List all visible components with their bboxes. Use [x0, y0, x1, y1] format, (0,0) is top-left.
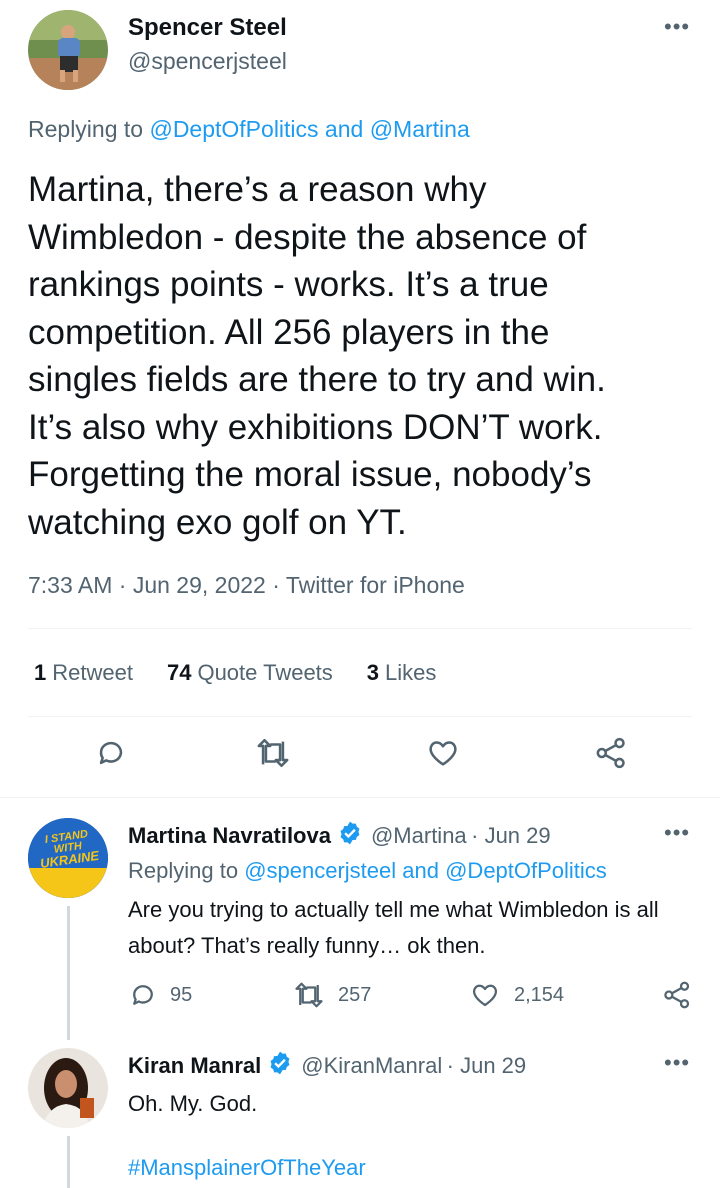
- quotes-label: Quote Tweets: [197, 660, 333, 685]
- more-options-icon[interactable]: •••: [664, 1050, 690, 1076]
- retweet-icon[interactable]: [254, 736, 292, 775]
- verified-badge-icon: [267, 1050, 293, 1081]
- author-avatar[interactable]: [28, 10, 108, 90]
- reply-count: 95: [170, 983, 193, 1006]
- section-divider: [0, 797, 720, 798]
- author-handle[interactable]: @spencerjsteel: [128, 48, 287, 75]
- reply-actions: 95 257 2,154: [128, 980, 692, 1014]
- like-count: 2,154: [514, 983, 565, 1006]
- share-icon[interactable]: [594, 736, 628, 775]
- replying-to-line: Replying to @spencerjsteel and @DeptOfPo…: [128, 858, 607, 884]
- engagement-stats: 1 Retweet 74 Quote Tweets 3 Likes: [34, 660, 436, 686]
- likes-stat[interactable]: 3 Likes: [367, 660, 437, 686]
- author-name[interactable]: Spencer Steel: [128, 14, 287, 42]
- replying-to-line: Replying to @DeptOfPolitics and @Martina: [28, 116, 470, 143]
- replying-and: and: [396, 858, 446, 883]
- replying-and: and: [318, 116, 370, 142]
- retweet-button[interactable]: 257: [292, 980, 371, 1010]
- retweets-label: Retweet: [52, 660, 133, 685]
- likes-label: Likes: [385, 660, 437, 685]
- mention-link-deptofpolitics[interactable]: @DeptOfPolitics: [149, 116, 318, 142]
- reply-text: Oh. My. God.: [128, 1091, 258, 1116]
- reply-author-name[interactable]: Martina Navratilova: [128, 823, 331, 848]
- reply-button[interactable]: 95: [128, 980, 192, 1010]
- thread-line: [67, 906, 70, 1040]
- tweet-actions: [28, 736, 692, 780]
- mention-link-martina[interactable]: @Martina: [370, 116, 470, 142]
- like-icon: [472, 984, 498, 1007]
- reply-avatar-kiran[interactable]: [28, 1048, 108, 1128]
- tweet-text: Martina, there’s a reason why Wimbledon …: [28, 170, 606, 542]
- reply-author-handle[interactable]: @Martina: [371, 823, 467, 848]
- like-icon[interactable]: [426, 736, 460, 775]
- like-button[interactable]: 2,154: [470, 980, 564, 1010]
- reply-avatar-martina[interactable]: I STAND WITH UKRAINE: [28, 818, 108, 898]
- reply-text: Are you trying to actually tell me what …: [128, 897, 659, 958]
- replying-to-prefix: Replying to: [28, 116, 150, 142]
- retweets-stat[interactable]: 1 Retweet: [34, 660, 133, 686]
- more-options-icon[interactable]: •••: [664, 820, 690, 846]
- replying-to-prefix: Replying to: [128, 858, 245, 883]
- reply-date[interactable]: · Jun 29: [447, 1053, 527, 1078]
- quote-tweets-stat[interactable]: 74 Quote Tweets: [167, 660, 333, 686]
- reply-author-handle[interactable]: @KiranManral: [301, 1053, 442, 1078]
- more-options-icon[interactable]: •••: [664, 14, 690, 40]
- divider: [28, 628, 692, 629]
- tweet-timestamp[interactable]: 7:33 AM · Jun 29, 2022 · Twitter for iPh…: [28, 572, 465, 599]
- mention-link-spencerjsteel[interactable]: @spencerjsteel: [244, 858, 396, 883]
- reply-icon[interactable]: [94, 736, 128, 775]
- retweet-count: 257: [338, 983, 372, 1006]
- mention-link-deptofpolitics[interactable]: @DeptOfPolitics: [445, 858, 607, 883]
- reply-date[interactable]: · Jun 29: [471, 823, 551, 848]
- hashtag-link[interactable]: #MansplainerOfTheYear: [128, 1150, 366, 1186]
- verified-badge-icon: [337, 820, 363, 851]
- reply-icon: [133, 985, 153, 1005]
- retweets-count: 1: [34, 660, 47, 685]
- thread-line: [67, 1136, 70, 1188]
- reply-header: Martina Navratilova @Martina · Jun 29: [128, 820, 551, 851]
- likes-count: 3: [366, 660, 380, 685]
- share-icon[interactable]: [662, 980, 692, 1015]
- reply-header: Kiran Manral @KiranManral · Jun 29: [128, 1050, 526, 1081]
- quotes-count: 74: [166, 660, 192, 685]
- retweet-icon: [295, 982, 323, 1008]
- reply-author-name[interactable]: Kiran Manral: [128, 1053, 261, 1078]
- divider: [28, 716, 692, 717]
